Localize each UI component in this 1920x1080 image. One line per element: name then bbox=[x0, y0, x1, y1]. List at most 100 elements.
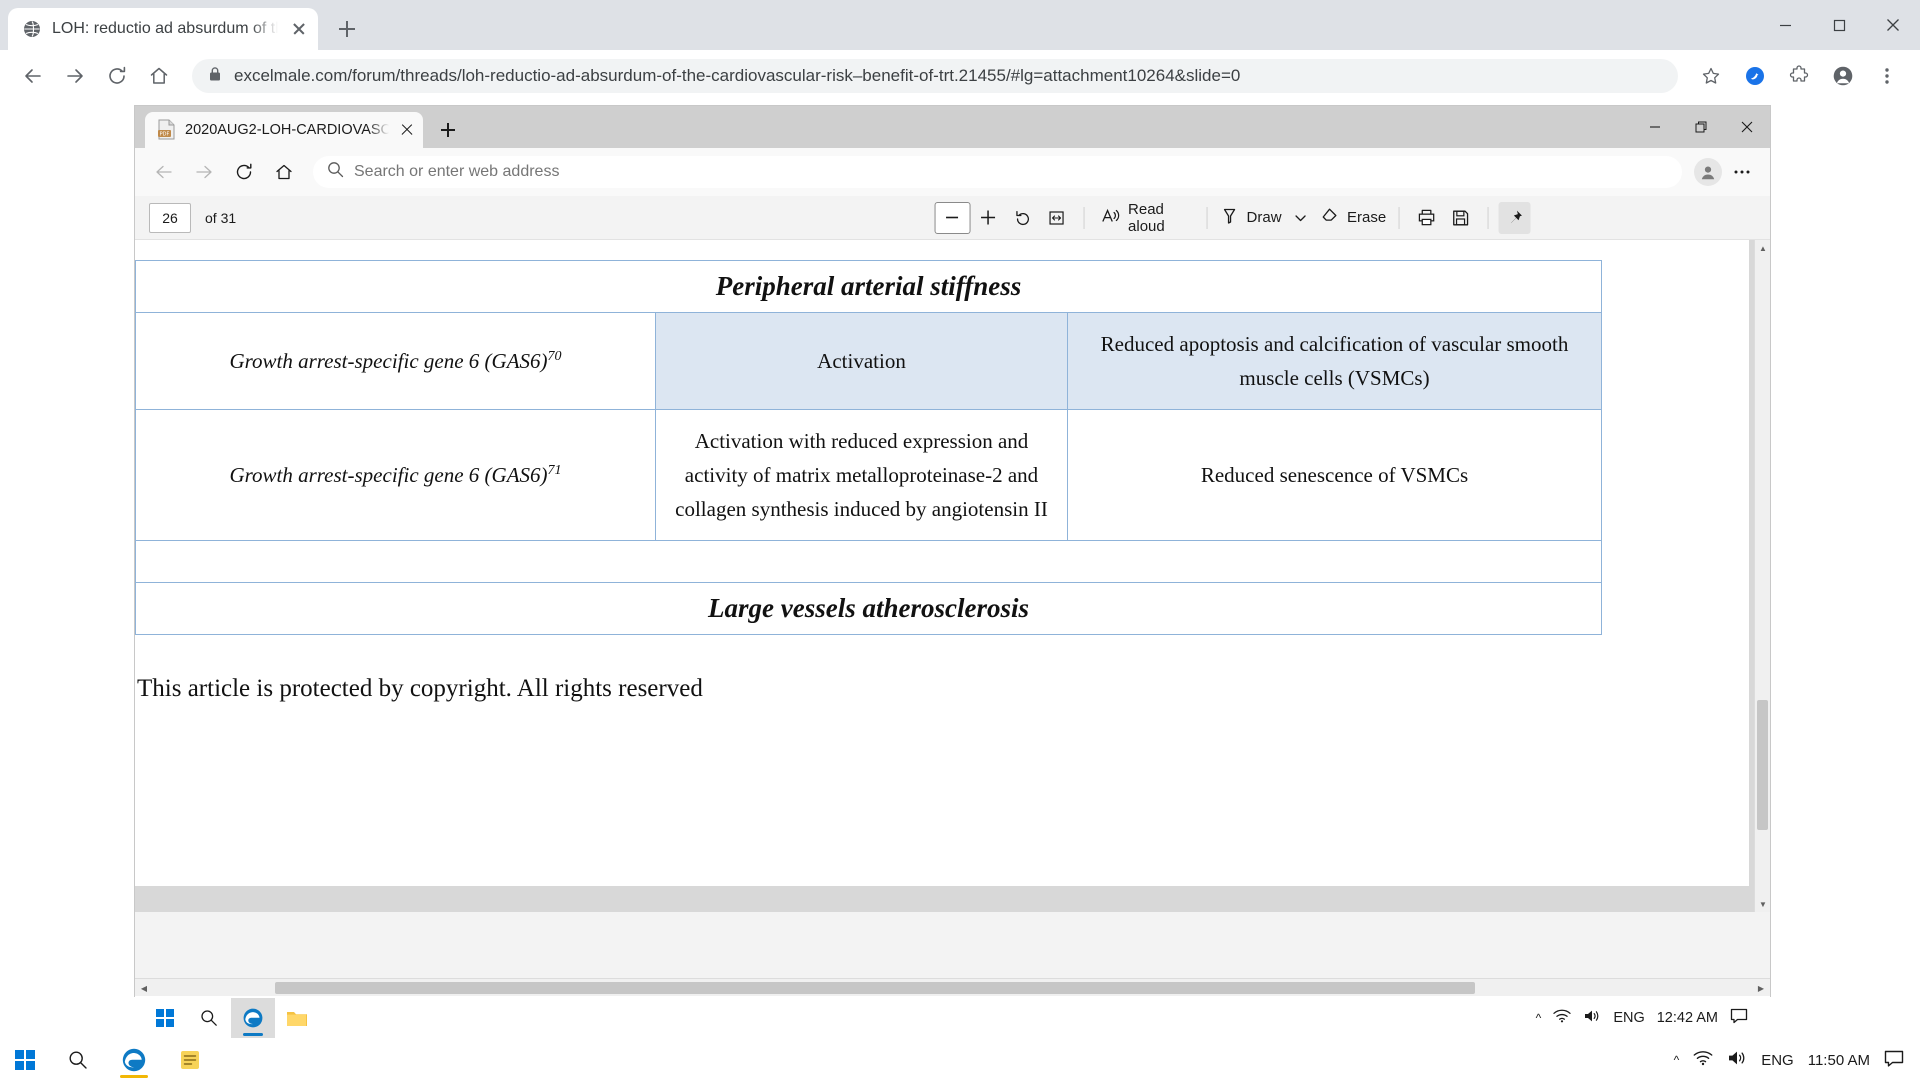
minimize-button[interactable] bbox=[1632, 106, 1678, 148]
save-icon[interactable] bbox=[1444, 202, 1476, 234]
active-indicator bbox=[243, 1033, 263, 1036]
read-aloud-icon bbox=[1101, 206, 1121, 230]
clock[interactable]: 11:50 AM bbox=[1808, 1052, 1870, 1069]
maximize-button[interactable] bbox=[1812, 0, 1866, 50]
effect-cell: Activation with reduced expression and a… bbox=[655, 409, 1068, 542]
star-icon[interactable] bbox=[1692, 57, 1730, 95]
edge-browser-icon[interactable] bbox=[106, 1040, 162, 1080]
close-button[interactable] bbox=[1724, 106, 1770, 148]
speaker-icon[interactable] bbox=[1583, 1009, 1601, 1027]
lock-icon bbox=[208, 66, 222, 87]
close-icon[interactable] bbox=[288, 18, 310, 40]
forward-button[interactable] bbox=[56, 57, 94, 95]
toolbar-divider bbox=[1487, 206, 1488, 229]
gene-cell: Growth arrest-specific gene 6 (GAS6)70 bbox=[135, 311, 656, 411]
chrome-toolbar-actions bbox=[1692, 57, 1906, 95]
draw-options-chevron-down-icon[interactable] bbox=[1285, 202, 1317, 234]
edge-tab-title: 2020AUG2-LOH-CARDIOVASCUL bbox=[185, 122, 389, 138]
search-icon[interactable] bbox=[187, 998, 231, 1038]
file-explorer-icon[interactable] bbox=[275, 998, 319, 1038]
draw-label: Draw bbox=[1246, 209, 1282, 226]
vertical-scrollbar[interactable]: ▲ ▼ bbox=[1754, 240, 1770, 912]
edge-address-bar[interactable]: Search or enter web address bbox=[313, 156, 1682, 188]
home-button[interactable] bbox=[140, 57, 178, 95]
notification-icon[interactable] bbox=[1730, 1008, 1748, 1028]
edge-title-bar: PDF 2020AUG2-LOH-CARDIOVASCUL bbox=[135, 106, 1770, 148]
results-table: Peripheral arterial stiffness Growth arr… bbox=[135, 260, 1603, 636]
refresh-button[interactable] bbox=[225, 153, 263, 191]
minimize-button[interactable] bbox=[1758, 0, 1812, 50]
fit-page-icon[interactable] bbox=[1040, 202, 1072, 234]
language-indicator[interactable]: ENG bbox=[1613, 1010, 1644, 1026]
rotate-icon[interactable] bbox=[1006, 202, 1038, 234]
forward-button[interactable] bbox=[185, 153, 223, 191]
pdf-page-content: Peripheral arterial stiffness Growth arr… bbox=[135, 240, 1749, 886]
read-aloud-button[interactable]: Read aloud bbox=[1095, 201, 1195, 235]
chrome-toolbar: excelmale.com/forum/threads/loh-reductio… bbox=[0, 50, 1920, 102]
clock[interactable]: 12:42 AM bbox=[1657, 1010, 1718, 1026]
notification-icon[interactable] bbox=[1884, 1050, 1904, 1071]
extension-bird-icon[interactable] bbox=[1736, 57, 1774, 95]
draw-button[interactable]: Draw bbox=[1218, 202, 1283, 234]
close-icon[interactable] bbox=[397, 120, 417, 140]
address-bar[interactable]: excelmale.com/forum/threads/loh-reductio… bbox=[192, 59, 1678, 93]
windows-start-icon[interactable] bbox=[143, 998, 187, 1038]
edge-pdf-window: PDF 2020AUG2-LOH-CARDIOVASCUL Search or … bbox=[135, 106, 1770, 996]
close-button[interactable] bbox=[1866, 0, 1920, 50]
language-indicator[interactable]: ENG bbox=[1761, 1052, 1794, 1069]
tray-chevron-up-icon[interactable]: ^ bbox=[1674, 1053, 1680, 1067]
pdf-viewer[interactable]: Peripheral arterial stiffness Growth arr… bbox=[135, 240, 1770, 912]
effect-cell: Activation bbox=[655, 311, 1068, 411]
edge-tab-pdf[interactable]: PDF 2020AUG2-LOH-CARDIOVASCUL bbox=[145, 112, 423, 148]
page-count-label: of 31 bbox=[205, 209, 237, 226]
edge-window-controls bbox=[1632, 106, 1770, 148]
scroll-down-arrow-icon[interactable]: ▼ bbox=[1755, 896, 1770, 912]
page-number-input[interactable]: 26 bbox=[149, 202, 191, 233]
wifi-icon[interactable] bbox=[1553, 1009, 1571, 1027]
spacer-cell bbox=[135, 540, 1603, 584]
reference-number: 70 bbox=[547, 348, 562, 364]
scroll-up-arrow-icon[interactable]: ▲ bbox=[1755, 240, 1770, 256]
profile-icon[interactable] bbox=[1824, 57, 1862, 95]
toolbar-divider bbox=[1398, 206, 1400, 229]
pin-icon[interactable] bbox=[1498, 201, 1531, 234]
zoom-in-button[interactable] bbox=[972, 202, 1004, 234]
kebab-menu-icon[interactable] bbox=[1868, 57, 1906, 95]
zoom-out-button[interactable] bbox=[934, 201, 971, 234]
section-header-peripheral: Peripheral arterial stiffness bbox=[135, 260, 1603, 313]
search-icon[interactable] bbox=[50, 1040, 106, 1080]
back-button[interactable] bbox=[145, 153, 183, 191]
ellipsis-icon[interactable] bbox=[1724, 154, 1760, 190]
reload-button[interactable] bbox=[98, 57, 136, 95]
inner-system-tray: ^ ENG 12:42 AM bbox=[1536, 1008, 1762, 1028]
table-row: Growth arrest-specific gene 6 (GAS6)71 A… bbox=[135, 409, 1603, 542]
erase-label: Erase bbox=[1347, 209, 1387, 226]
home-button[interactable] bbox=[265, 153, 303, 191]
edge-new-tab-button[interactable] bbox=[433, 115, 463, 145]
restore-button[interactable] bbox=[1678, 106, 1724, 148]
wifi-icon[interactable] bbox=[1693, 1050, 1713, 1070]
profile-icon[interactable] bbox=[1694, 158, 1722, 186]
erase-button[interactable]: Erase bbox=[1319, 202, 1387, 234]
windows-start-icon[interactable] bbox=[0, 1040, 50, 1080]
notepad-icon[interactable] bbox=[162, 1040, 218, 1080]
toolbar-divider bbox=[1083, 206, 1085, 229]
speaker-icon[interactable] bbox=[1727, 1050, 1747, 1070]
chrome-tab[interactable]: LOH: reductio ad absurdum of th bbox=[8, 8, 318, 50]
horizontal-scroll-thumb[interactable] bbox=[275, 982, 1475, 994]
scroll-right-arrow-icon[interactable]: ▶ bbox=[1752, 979, 1770, 997]
vertical-scroll-thumb[interactable] bbox=[1757, 700, 1768, 830]
new-tab-button[interactable] bbox=[330, 12, 364, 46]
edge-browser-icon[interactable] bbox=[231, 998, 275, 1038]
tray-chevron-up-icon[interactable]: ^ bbox=[1536, 1011, 1542, 1025]
search-icon bbox=[327, 161, 344, 183]
print-icon[interactable] bbox=[1410, 202, 1442, 234]
horizontal-scrollbar[interactable]: ◀ ▶ bbox=[135, 978, 1770, 996]
scroll-left-arrow-icon[interactable]: ◀ bbox=[135, 979, 153, 997]
pdf-tool-group: Read aloud Draw Erase bbox=[934, 201, 1531, 235]
back-button[interactable] bbox=[14, 57, 52, 95]
edge-address-placeholder: Search or enter web address bbox=[354, 163, 560, 180]
puzzle-icon[interactable] bbox=[1780, 57, 1818, 95]
table-section-row: Large vessels atherosclerosis bbox=[135, 582, 1603, 636]
chrome-tab-title: LOH: reductio ad absurdum of th bbox=[52, 20, 278, 37]
